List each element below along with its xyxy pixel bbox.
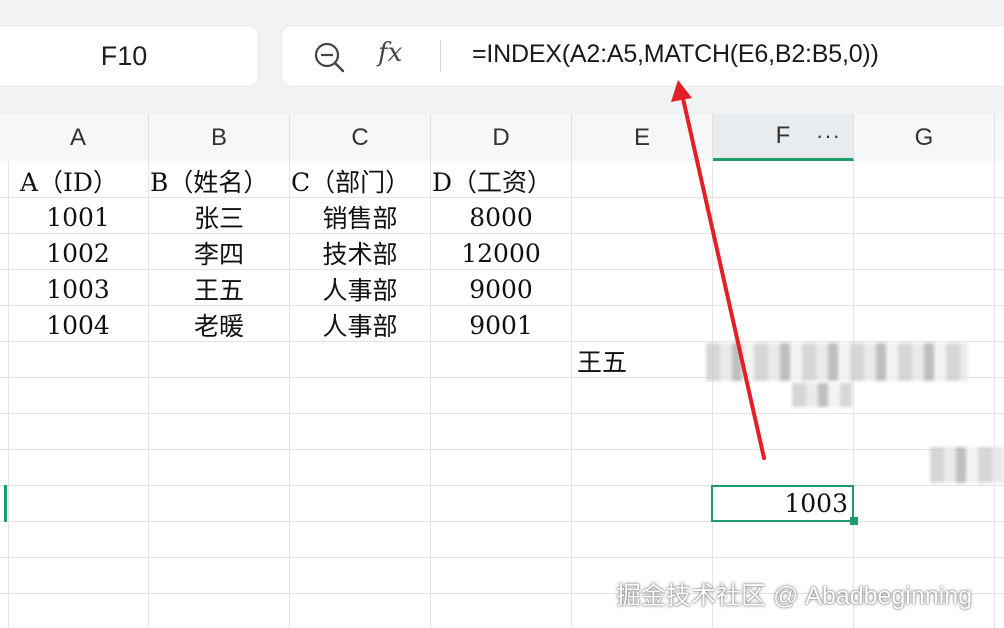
toolbar: F10 fx =INDEX(A2:A5,MATCH(E6,B2:B5,0)) [0, 0, 1004, 114]
column-header-c[interactable]: C [290, 114, 431, 161]
blurred-region [706, 343, 968, 381]
fx-icon[interactable]: fx [378, 38, 402, 68]
cell-b1[interactable]: B（姓名） [150, 163, 290, 199]
cell-c5[interactable]: 人事部 [290, 307, 430, 343]
cell-b3[interactable]: 李四 [149, 235, 289, 271]
more-options-icon[interactable]: ··· [816, 123, 841, 149]
cell-a2[interactable]: 1001 [8, 199, 148, 235]
watermark: 掘金技术社区 @ Abadbeginning [616, 582, 973, 610]
name-box[interactable]: F10 [0, 26, 258, 86]
formula-bar[interactable]: fx =INDEX(A2:A5,MATCH(E6,B2:B5,0)) [282, 26, 1004, 86]
cell-c1[interactable]: C（部门） [291, 163, 431, 199]
formula-text[interactable]: =INDEX(A2:A5,MATCH(E6,B2:B5,0)) [472, 40, 879, 69]
blurred-region [792, 383, 852, 407]
column-headers: A B C D E F ··· G [0, 114, 1004, 161]
grid-line [0, 449, 1004, 450]
column-header-f-label: F [775, 122, 791, 149]
cell-d1[interactable]: D（工资） [432, 163, 572, 199]
cell-d2[interactable]: 8000 [431, 199, 571, 235]
cell-d3[interactable]: 12000 [431, 235, 571, 271]
blurred-region [930, 447, 1004, 483]
column-header-d[interactable]: D [431, 114, 572, 161]
cell-b2[interactable]: 张三 [149, 199, 289, 235]
active-row-marker [4, 485, 7, 522]
cell-a5[interactable]: 1004 [8, 307, 148, 343]
grid-line [0, 413, 1004, 414]
cell-c3[interactable]: 技术部 [290, 235, 430, 271]
cell-d4[interactable]: 9000 [431, 271, 571, 307]
cell-c2[interactable]: 销售部 [290, 199, 430, 235]
column-header-f[interactable]: F ··· [713, 114, 854, 161]
column-header-e[interactable]: E [572, 114, 713, 161]
cell-c4[interactable]: 人事部 [290, 271, 430, 307]
column-header-b[interactable]: B [149, 114, 290, 161]
column-header-g[interactable]: G [854, 114, 995, 161]
cell-a3[interactable]: 1002 [8, 235, 148, 271]
active-cell-border [711, 485, 854, 522]
cell-a4[interactable]: 1003 [8, 271, 148, 307]
cell-e6[interactable]: 王五 [577, 343, 711, 379]
fill-handle[interactable] [850, 517, 858, 525]
zoom-out-icon[interactable] [312, 40, 346, 74]
cell-b4[interactable]: 王五 [149, 271, 289, 307]
grid-line [0, 557, 1004, 558]
column-header-a[interactable]: A [8, 114, 149, 161]
formula-bar-divider [440, 40, 441, 72]
cell-a1[interactable]: A（ID） [20, 163, 150, 199]
cell-d5[interactable]: 9001 [431, 307, 571, 343]
cell-b5[interactable]: 老暖 [149, 307, 289, 343]
